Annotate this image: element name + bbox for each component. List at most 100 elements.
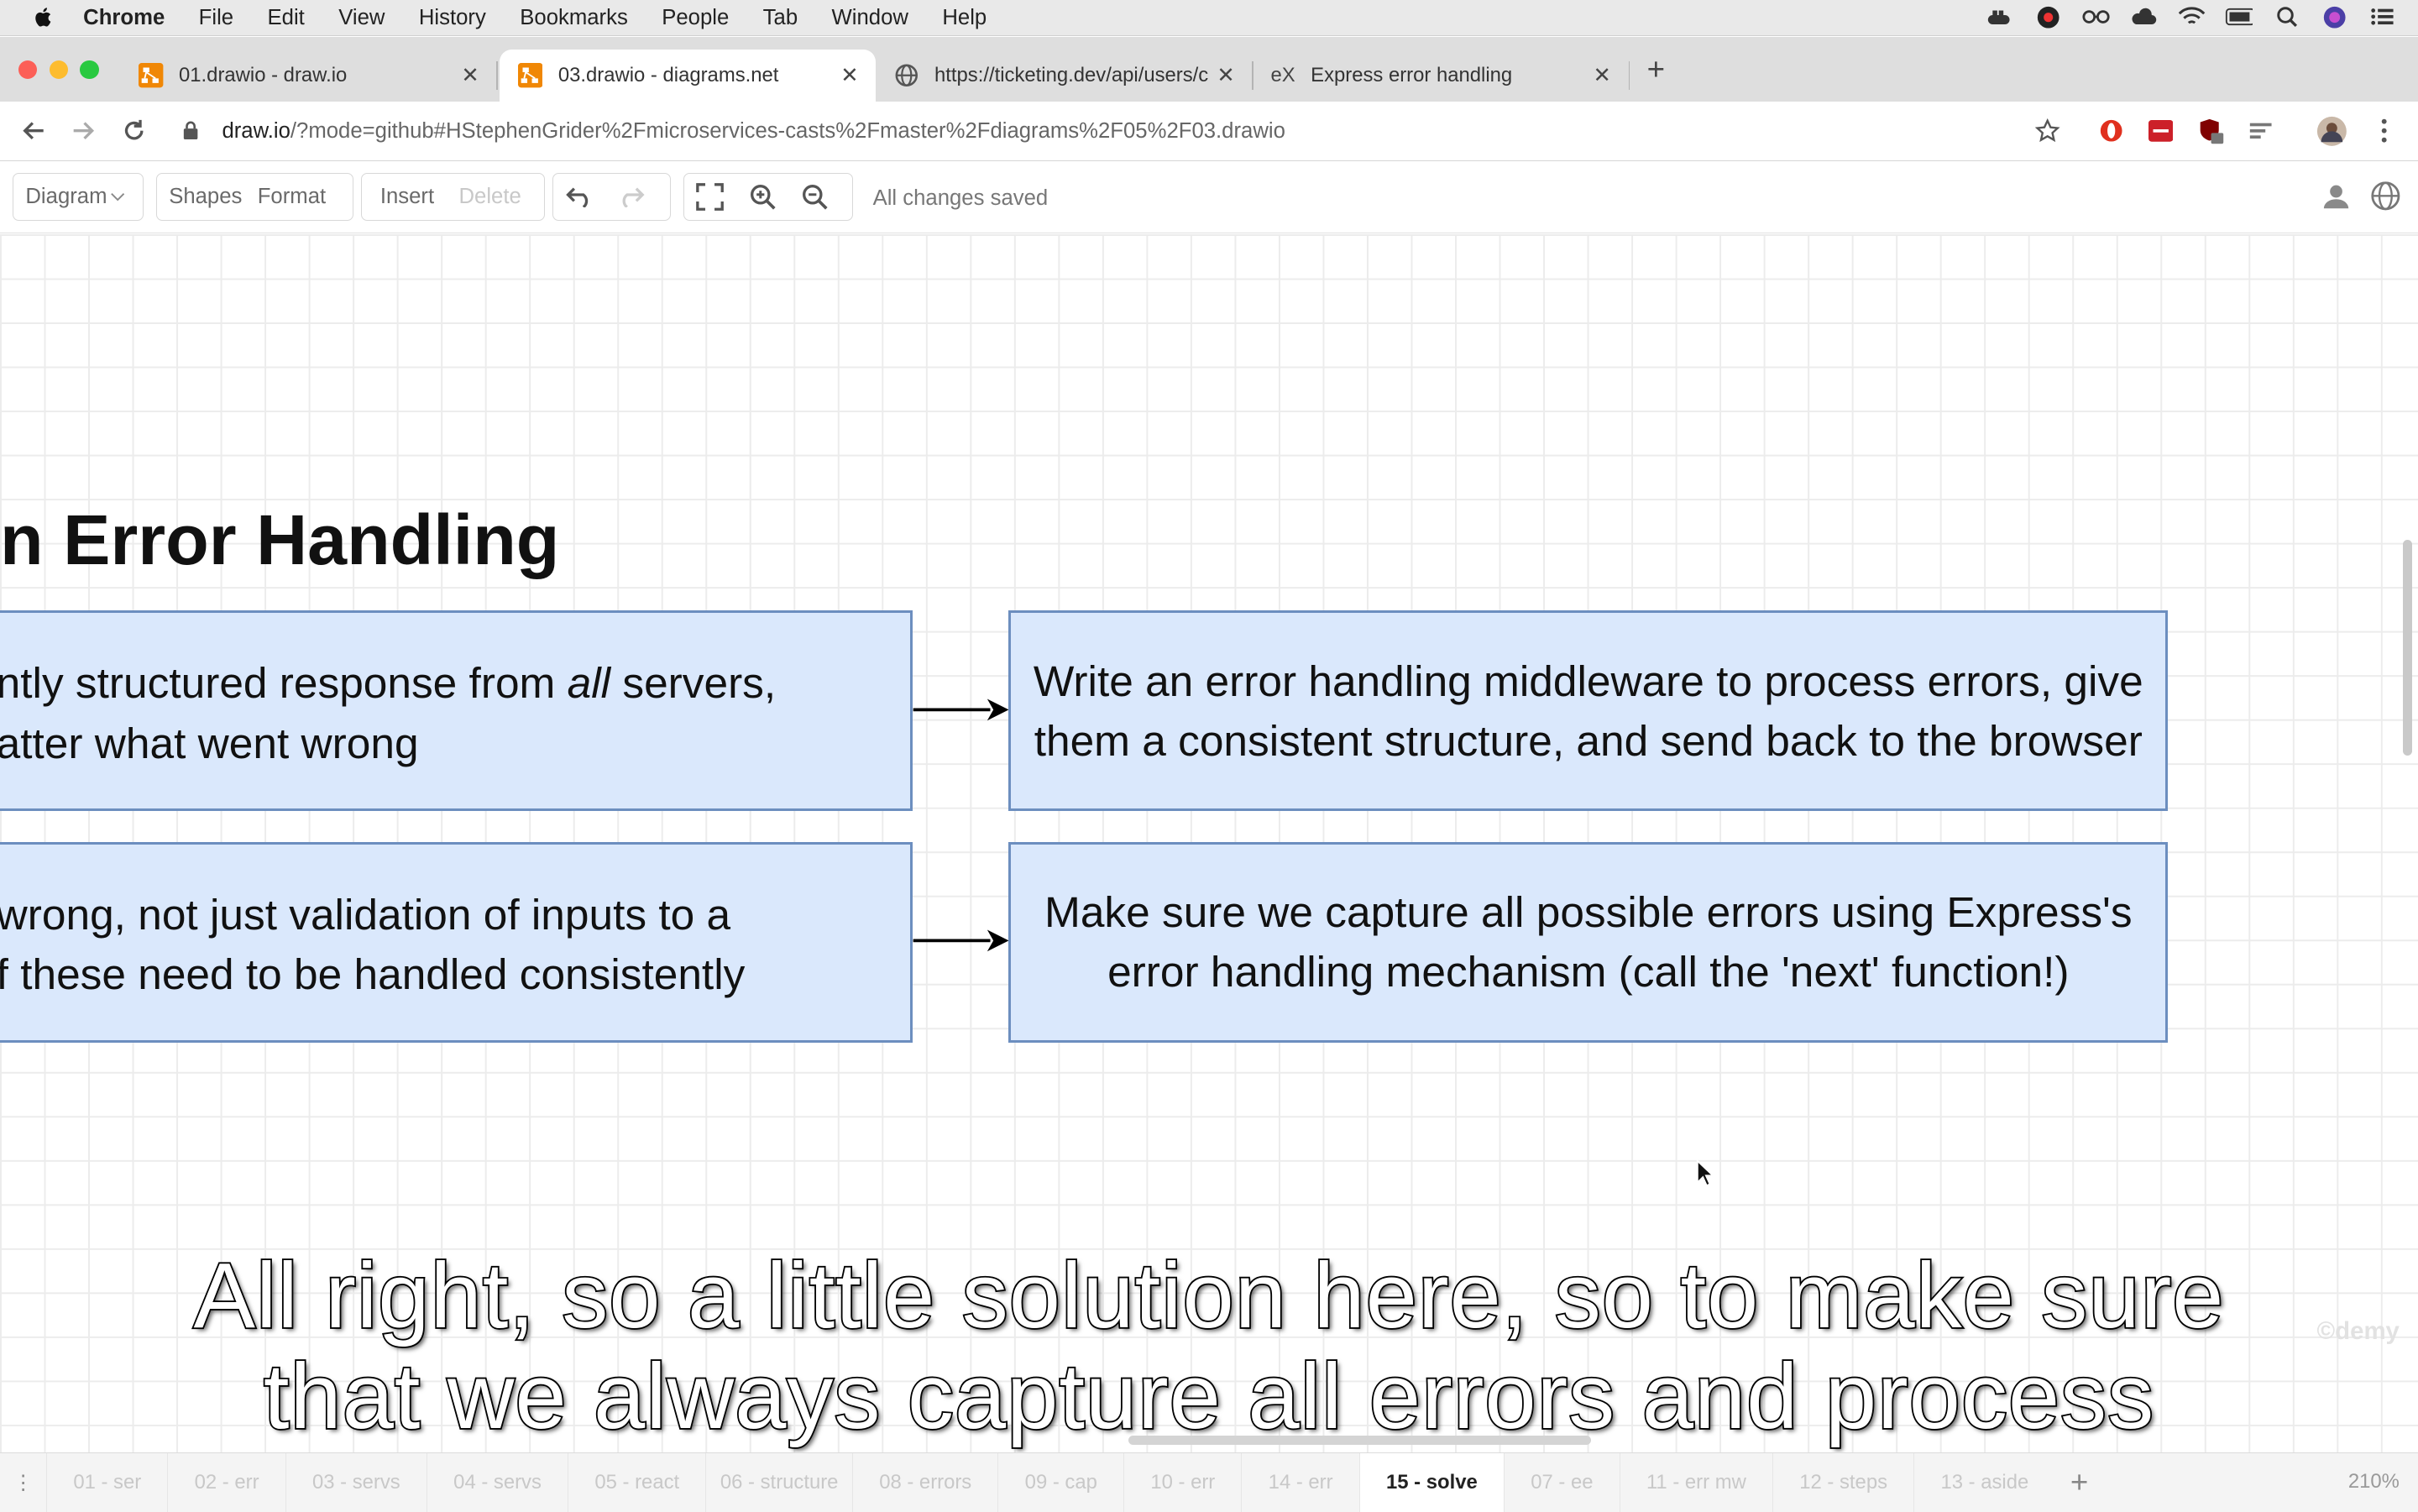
page-tab[interactable]: 05 - react — [568, 1453, 705, 1512]
page-tab-active[interactable]: 15 - solve — [1358, 1453, 1504, 1512]
close-tab-icon[interactable]: ✕ — [835, 63, 863, 88]
record-icon[interactable] — [2034, 3, 2062, 31]
address-bar[interactable]: draw.io/?mode=github#HStephenGrider%2Fmi… — [182, 114, 2079, 148]
page-tab[interactable]: 12 - steps — [1772, 1453, 1913, 1512]
browser-tab-express-error-handling[interactable]: eX Express error handling ✕ — [1252, 50, 1628, 102]
opera-extension-icon[interactable] — [2096, 116, 2127, 147]
wifi-icon[interactable] — [2178, 3, 2206, 31]
more-vertical-icon[interactable] — [2368, 116, 2400, 147]
docker-icon[interactable] — [1986, 3, 2014, 31]
glasses-icon[interactable] — [2082, 3, 2110, 31]
lastpass-extension-icon[interactable] — [2145, 116, 2176, 147]
arrow-connector-2[interactable] — [910, 925, 1012, 956]
add-page-button[interactable]: + — [2070, 1465, 2088, 1500]
status-icons — [1986, 3, 2396, 31]
problem-box-2[interactable]: wrong, not just validation of inputs to … — [0, 841, 913, 1043]
spotlight-search-icon[interactable] — [2273, 3, 2300, 31]
page-tab[interactable]: 02 - err — [167, 1453, 285, 1512]
maximize-window-button[interactable] — [80, 60, 99, 79]
menu-help[interactable]: Help — [942, 6, 987, 30]
edit-group: Insert Delete — [360, 172, 545, 221]
page-tab[interactable]: 08 - errors — [851, 1453, 997, 1512]
bookmark-star-icon[interactable] — [2033, 116, 2064, 147]
arrow-connector-1[interactable] — [910, 694, 1012, 725]
format-button[interactable]: Format — [254, 185, 338, 209]
page-tab[interactable]: 01 - ser — [46, 1453, 167, 1512]
cloud-icon[interactable] — [2130, 3, 2158, 31]
page-tab[interactable]: 07 - ee — [1504, 1453, 1620, 1512]
menu-file[interactable]: File — [199, 6, 233, 30]
reading-list-icon[interactable] — [2245, 116, 2276, 147]
drawio-icon — [518, 63, 543, 88]
diagram-heading[interactable]: n Error Handling — [0, 500, 559, 581]
user-icon[interactable] — [2322, 182, 2350, 217]
ublock-extension-icon[interactable] — [2196, 116, 2227, 147]
profile-avatar-icon[interactable] — [2316, 116, 2347, 147]
solution-box-1-text: Write an error handling middleware to pr… — [1033, 656, 2143, 765]
menu-history[interactable]: History — [419, 6, 486, 30]
url-host: draw.io — [222, 118, 290, 143]
menu-window[interactable]: Window — [832, 6, 908, 30]
zoom-out-icon[interactable] — [795, 176, 835, 217]
undo-icon[interactable] — [559, 176, 599, 217]
minimize-window-button[interactable] — [49, 60, 68, 79]
browser-tab-ticketing[interactable]: https://ticketing.dev/api/users/c ✕ — [876, 50, 1252, 102]
url-path: /?mode=github#HStephenGrider%2Fmicroserv… — [290, 118, 1285, 143]
problem-box-2-line-2: f these need to be handled consistently — [0, 950, 746, 999]
page-tab[interactable]: 13 - aside — [1913, 1453, 2054, 1512]
page-tab[interactable]: 10 - err — [1123, 1453, 1241, 1512]
language-globe-icon[interactable] — [2370, 180, 2401, 218]
solution-box-2[interactable]: Make sure we capture all possible errors… — [1008, 841, 2169, 1043]
shapes-button[interactable]: Shapes — [157, 185, 255, 209]
reload-icon[interactable] — [118, 116, 149, 147]
diagram-menu-button[interactable]: Diagram — [13, 185, 120, 209]
browser-tab-03-drawio[interactable]: 03.drawio - diagrams.net ✕ — [500, 49, 877, 102]
forward-arrow-icon[interactable] — [68, 116, 99, 147]
diagram-menu-group: Diagram — [12, 172, 144, 221]
menu-people[interactable]: People — [662, 6, 729, 30]
pages-menu-icon[interactable]: ⋮ — [0, 1471, 46, 1495]
macos-menu-bar: Chrome File Edit View History Bookmarks … — [0, 0, 2418, 37]
tab-title: https://ticketing.dev/api/users/c — [934, 63, 1209, 86]
siri-icon[interactable] — [2321, 3, 2348, 31]
page-tabs-bar: ⋮ 01 - ser 02 - err 03 - servs 04 - serv… — [0, 1452, 2418, 1512]
new-tab-button[interactable]: + — [1647, 52, 1665, 87]
tab-divider — [1628, 61, 1630, 90]
close-tab-icon[interactable]: ✕ — [1212, 63, 1240, 88]
chevron-down-icon[interactable] — [110, 185, 125, 209]
menu-bookmarks[interactable]: Bookmarks — [520, 6, 628, 30]
page-tab[interactable]: 14 - err — [1241, 1453, 1358, 1512]
browser-tab-01-drawio[interactable]: 01.drawio - draw.io ✕ — [120, 50, 496, 102]
page-tab[interactable]: 06 - structure — [705, 1453, 852, 1512]
mouse-cursor-icon — [1697, 1159, 1715, 1187]
delete-button[interactable]: Delete — [447, 185, 534, 209]
lock-icon[interactable] — [182, 121, 204, 141]
solution-box-1[interactable]: Write an error handling middleware to pr… — [1008, 610, 2169, 812]
close-tab-icon[interactable]: ✕ — [457, 63, 484, 88]
page-tab[interactable]: 11 - err mw — [1619, 1453, 1772, 1512]
notification-center-icon[interactable] — [2368, 3, 2396, 31]
insert-button[interactable]: Insert — [362, 185, 447, 209]
zoom-in-icon[interactable] — [742, 176, 782, 217]
menu-edit[interactable]: Edit — [268, 6, 305, 30]
redo-icon[interactable] — [611, 176, 652, 217]
menu-tab[interactable]: Tab — [763, 6, 798, 30]
vertical-scrollbar[interactable] — [2402, 539, 2412, 756]
page-tab[interactable]: 03 - servs — [285, 1453, 427, 1512]
problem-box-1[interactable]: ntly structured response from all server… — [0, 610, 913, 812]
solution-box-2-text: Make sure we capture all possible errors… — [1044, 887, 2133, 997]
menu-app-name[interactable]: Chrome — [83, 6, 165, 30]
close-window-button[interactable] — [18, 60, 38, 79]
page-tab[interactable]: 04 - servs — [426, 1453, 568, 1512]
browser-tab-strip: 01.drawio - draw.io ✕ 03.drawio - diagra… — [0, 37, 2418, 102]
problem-box-1-line-2: atter what went wrong — [0, 718, 419, 767]
apple-icon[interactable] — [31, 5, 55, 29]
fit-page-icon[interactable] — [690, 176, 730, 217]
back-arrow-icon[interactable] — [18, 116, 50, 147]
panels-group: Shapes Format — [155, 172, 353, 221]
menu-view[interactable]: View — [338, 6, 385, 30]
battery-icon[interactable] — [2225, 3, 2253, 31]
zoom-level[interactable]: 210% — [2348, 1470, 2400, 1494]
page-tab[interactable]: 09 - cap — [997, 1453, 1123, 1512]
close-tab-icon[interactable]: ✕ — [1588, 63, 1616, 88]
